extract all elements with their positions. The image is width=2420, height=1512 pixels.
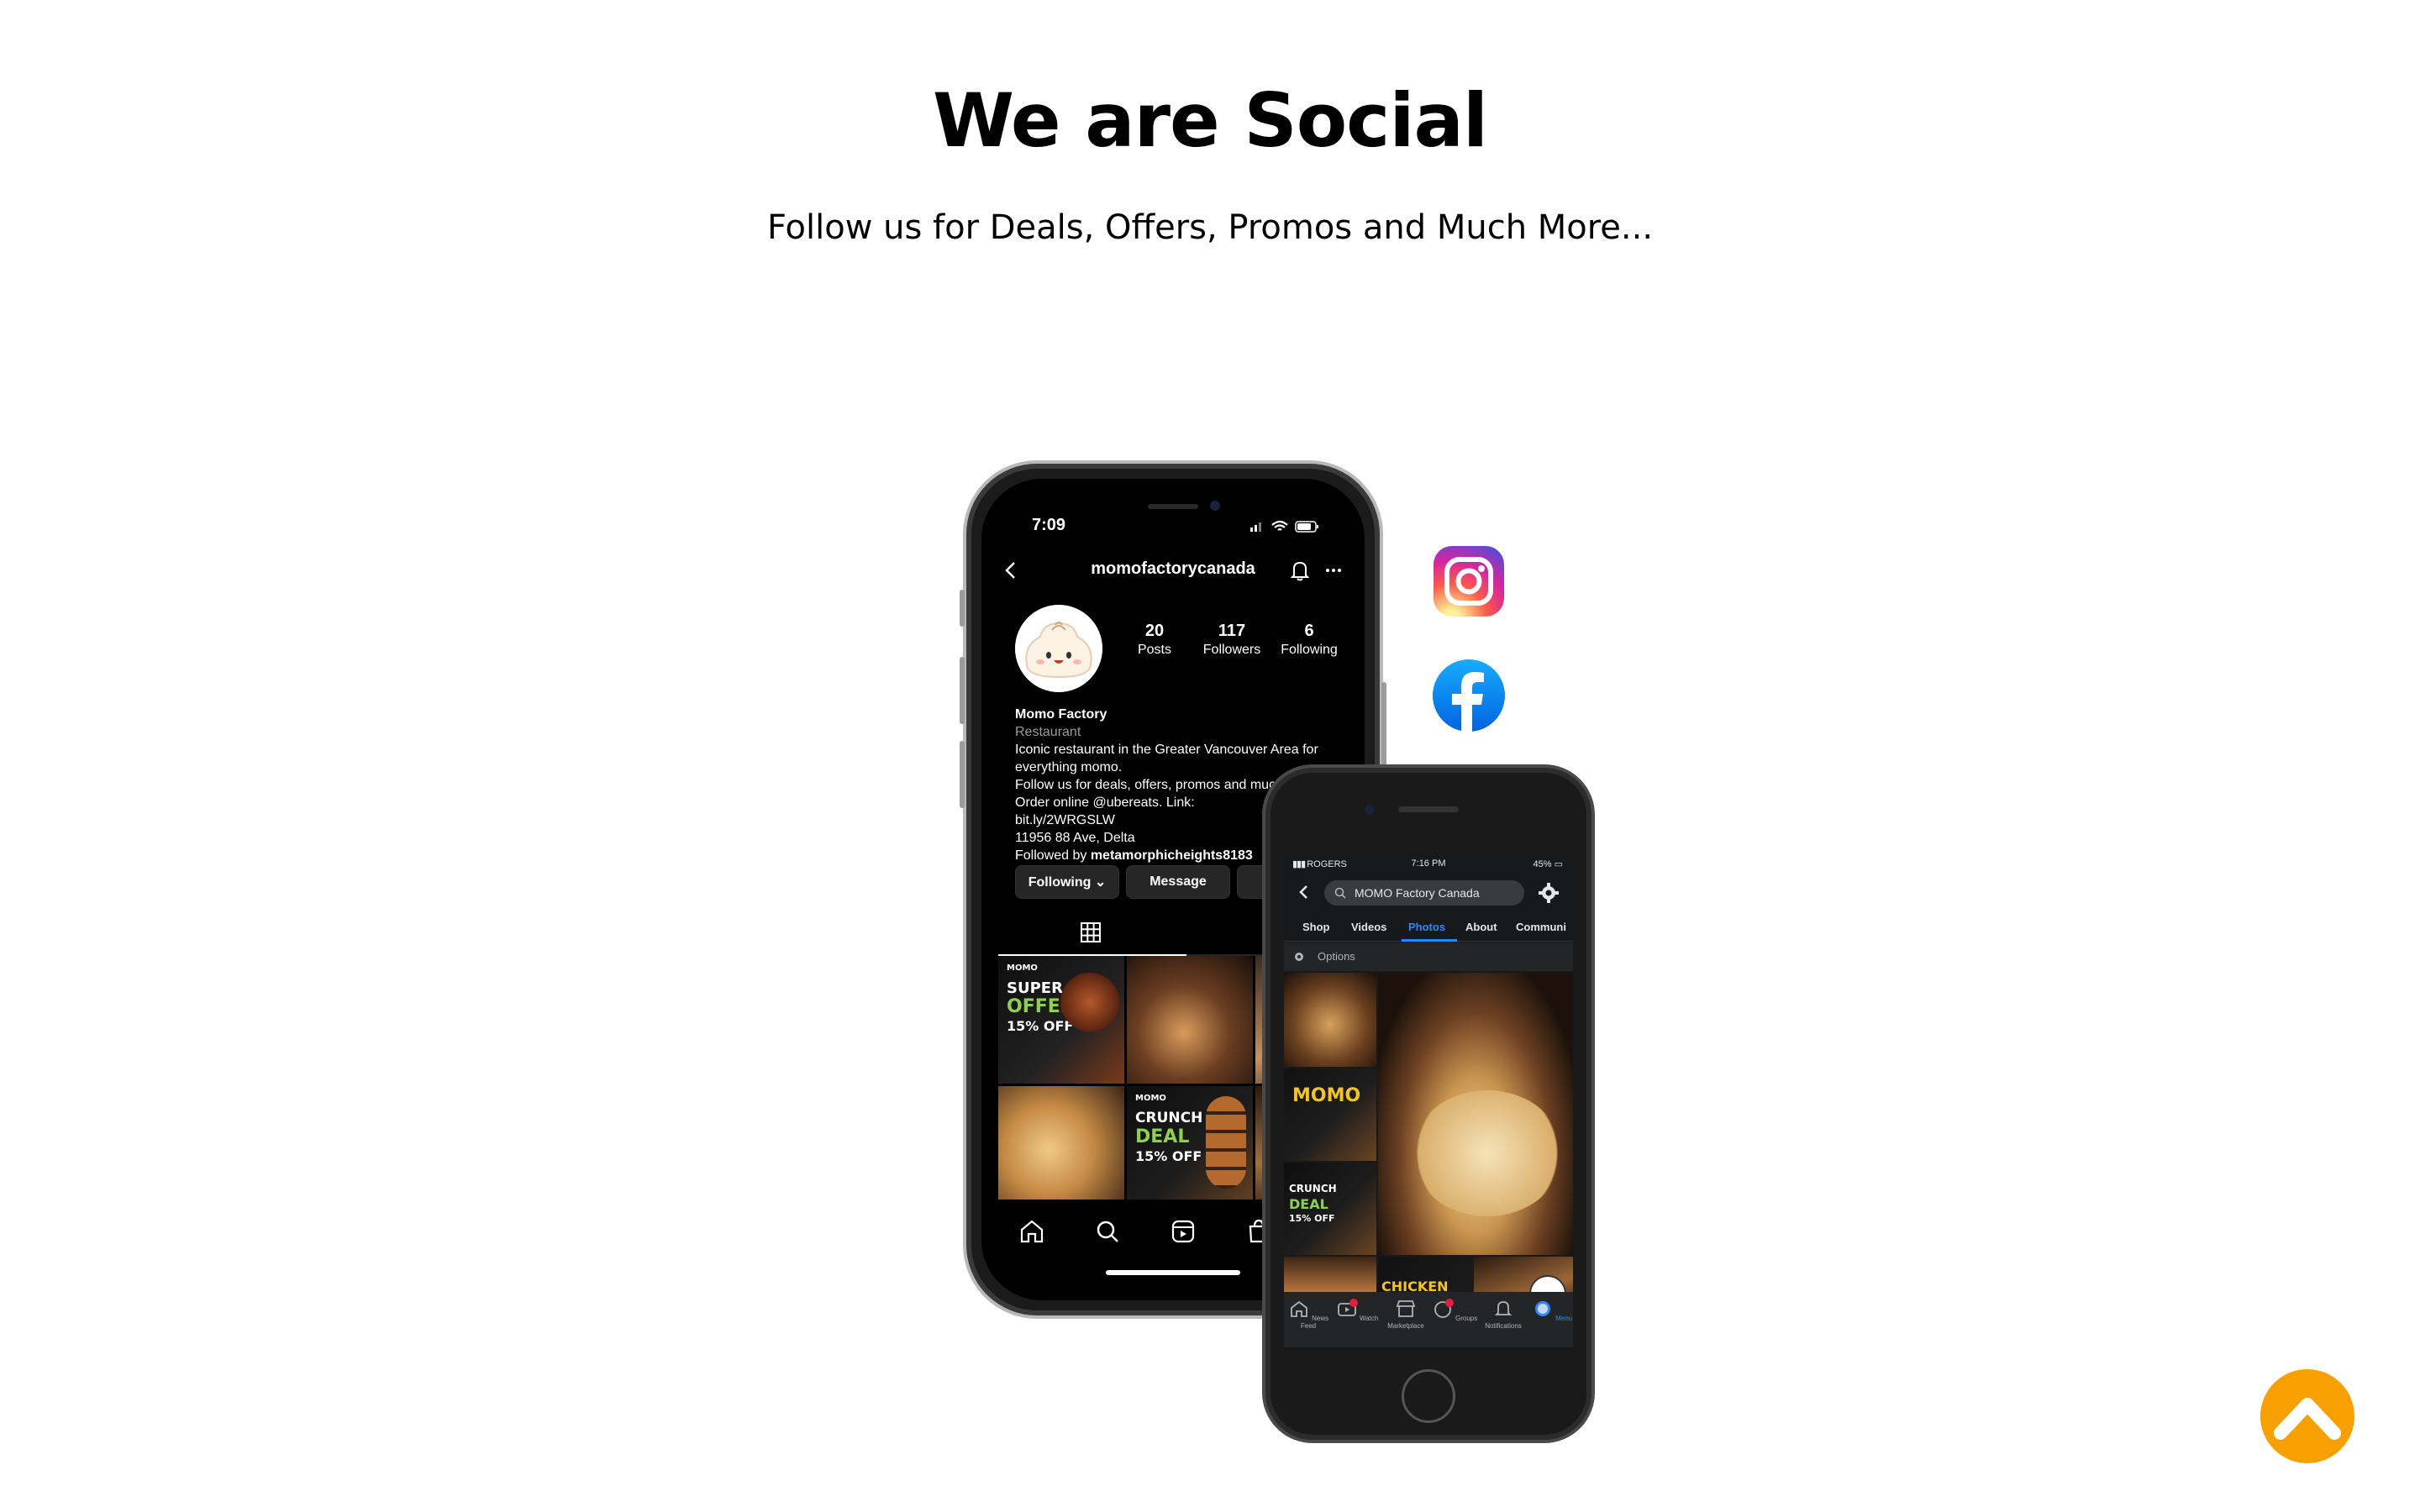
- home-icon[interactable]: [1017, 1216, 1047, 1247]
- facebook-phone-mockup: ▮▮▮ ROGERS 7:16 PM 45% ▭ MOMO Factory Ca…: [1262, 764, 1595, 1443]
- gear-icon: [1295, 953, 1303, 961]
- tab-videos[interactable]: Videos: [1351, 921, 1386, 933]
- following-button[interactable]: Following ⌄: [1015, 865, 1119, 899]
- facebook-logo-icon[interactable]: [1432, 659, 1506, 732]
- gear-icon[interactable]: [1538, 882, 1560, 904]
- tab-community[interactable]: Communi: [1516, 921, 1566, 933]
- more-dots-icon[interactable]: [1321, 558, 1346, 583]
- ig-stat-followers[interactable]: 117 Followers: [1194, 622, 1270, 672]
- section-subtitle: Follow us for Deals, Offers, Promos and …: [766, 208, 1654, 247]
- tab-photos[interactable]: Photos: [1408, 921, 1445, 933]
- ig-post-tile[interactable]: [1127, 956, 1253, 1084]
- ig-stats: 20 Posts 117 Followers 6 Following: [1116, 622, 1348, 672]
- tab-about[interactable]: About: [1465, 921, 1497, 933]
- back-to-top-button[interactable]: [2260, 1369, 2354, 1463]
- ig-bio-line: Iconic restaurant in the Greater Vancouv…: [1015, 743, 1318, 757]
- fb-nav-watch[interactable]: Watch: [1333, 1299, 1381, 1322]
- fb-photo-grid: MOMO CRUNCH DEAL 15% OFF CHICKEN: [1284, 973, 1573, 1315]
- fb-nav-marketplace[interactable]: Marketplace: [1381, 1299, 1430, 1330]
- tab-shop[interactable]: Shop: [1302, 921, 1330, 933]
- home-button: [1402, 1369, 1455, 1423]
- fb-nav-notifications[interactable]: Notifications: [1479, 1299, 1528, 1330]
- fb-search-input[interactable]: MOMO Factory Canada: [1324, 880, 1524, 906]
- search-icon[interactable]: [1092, 1216, 1123, 1247]
- ig-status-bar: 7:09: [981, 516, 1365, 541]
- grid-icon[interactable]: [1079, 921, 1102, 944]
- ig-post-tile[interactable]: MOMO SUPER OFFER 15% OFF: [998, 956, 1124, 1084]
- fb-photo[interactable]: CRUNCH DEAL 15% OFF: [1284, 1163, 1376, 1255]
- fb-photo[interactable]: MOMO: [1284, 1068, 1376, 1161]
- fb-photo-featured[interactable]: [1378, 973, 1573, 1255]
- fb-bottom-nav: News Feed Watch Marketplace Groups Notif…: [1284, 1292, 1573, 1347]
- chevron-up-icon: [2274, 1398, 2341, 1440]
- fb-time: 7:16 PM: [1411, 858, 1446, 869]
- ig-profile-name: Momo Factory: [1015, 707, 1107, 722]
- fb-nav-news-feed[interactable]: News Feed: [1284, 1299, 1333, 1330]
- ig-stat-posts[interactable]: 20 Posts: [1117, 622, 1192, 672]
- back-arrow-icon[interactable]: [1296, 884, 1313, 900]
- ig-avatar[interactable]: [1015, 605, 1102, 692]
- ig-status-icons: [1250, 520, 1318, 533]
- fb-nav-menu[interactable]: Menu: [1528, 1299, 1573, 1322]
- search-icon: [1334, 887, 1346, 899]
- fb-search-bar: MOMO Factory Canada: [1291, 877, 1566, 907]
- fb-page-tabs: Shop Videos Photos About Communi: [1284, 912, 1573, 942]
- ig-top-nav: momofactorycanada: [981, 553, 1365, 586]
- fb-photo[interactable]: [1284, 973, 1376, 1067]
- ig-post-tile[interactable]: [998, 1086, 1124, 1214]
- bell-icon[interactable]: [1287, 558, 1313, 583]
- section-title: We are Social: [932, 77, 1488, 164]
- message-button[interactable]: Message: [1126, 865, 1230, 899]
- facebook-screen: ▮▮▮ ROGERS 7:16 PM 45% ▭ MOMO Factory Ca…: [1284, 852, 1573, 1347]
- fb-battery: 45%: [1533, 859, 1552, 869]
- ig-profile-category: Restaurant: [1015, 725, 1081, 739]
- ig-time: 7:09: [1032, 516, 1066, 534]
- fb-nav-groups[interactable]: Groups: [1430, 1299, 1479, 1322]
- reels-icon[interactable]: [1168, 1216, 1198, 1247]
- fb-options-row[interactable]: Options: [1284, 942, 1573, 971]
- ig-stat-following[interactable]: 6 Following: [1271, 622, 1347, 672]
- fb-status-bar: ▮▮▮ ROGERS 7:16 PM 45% ▭: [1284, 857, 1573, 872]
- ig-post-tile[interactable]: MOMO CRUNCH DEAL 15% OFF: [1127, 1086, 1253, 1214]
- instagram-logo-icon[interactable]: [1432, 544, 1506, 618]
